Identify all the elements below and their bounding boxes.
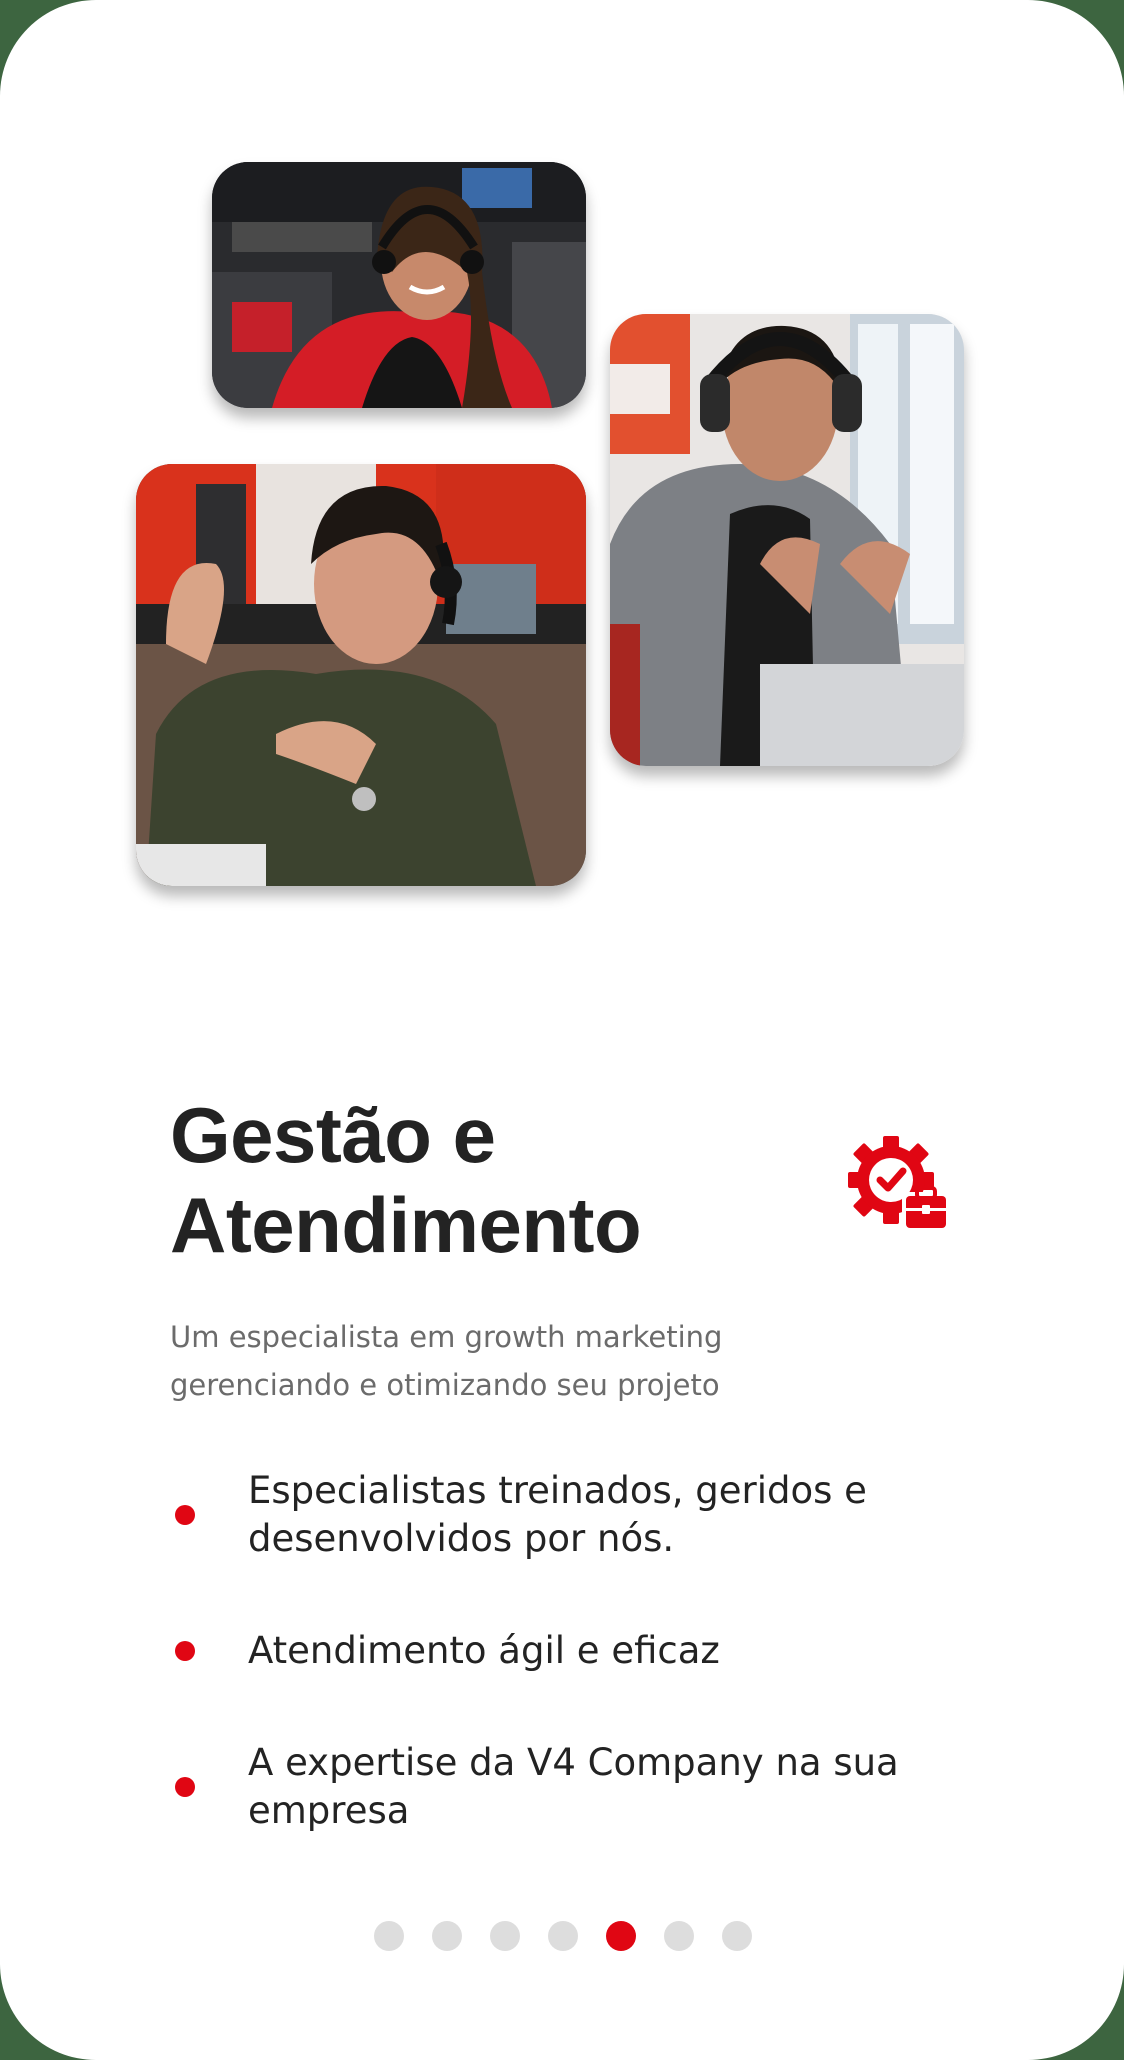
gear-briefcase-check-icon [846,1134,950,1234]
title-line-1: Gestão e [170,1091,496,1179]
feature-text: Atendimento ágil e eficaz [248,1629,720,1672]
man-in-green-shirt-with-headset-photo [136,464,586,886]
page-dot-6[interactable] [664,1921,694,1951]
feature-text: A expertise da V4 Company na sua empresa [248,1741,899,1832]
man-in-gray-blazer-with-headset-photo [610,314,964,766]
feature-item: Especialistas treinados, geridos e desen… [170,1460,930,1570]
woman-with-headset-photo [212,162,586,408]
title-line-2: Atendimento [170,1181,642,1269]
onboarding-card: Gestão e Atendimento Um especialista em … [0,0,1124,2060]
bullet-dot-icon [175,1641,195,1661]
bullet-dot-icon [175,1505,195,1525]
feature-item: Atendimento ágil e eficaz [170,1596,930,1706]
page-dot-5[interactable] [606,1921,636,1951]
feature-text: Especialistas treinados, geridos e desen… [248,1469,867,1560]
page-dot-3[interactable] [490,1921,520,1951]
feature-item: A expertise da V4 Company na sua empresa [170,1732,930,1842]
page-dot-7[interactable] [722,1921,752,1951]
slide-subtitle: Um especialista em growth marketing gere… [170,1320,723,1402]
page-dot-4[interactable] [548,1921,578,1951]
slide-title: Gestão e Atendimento [170,1090,810,1270]
pagination-dots [374,1921,780,1951]
page-dot-1[interactable] [374,1921,404,1951]
page-dot-2[interactable] [432,1921,462,1951]
bullet-dot-icon [175,1777,195,1797]
